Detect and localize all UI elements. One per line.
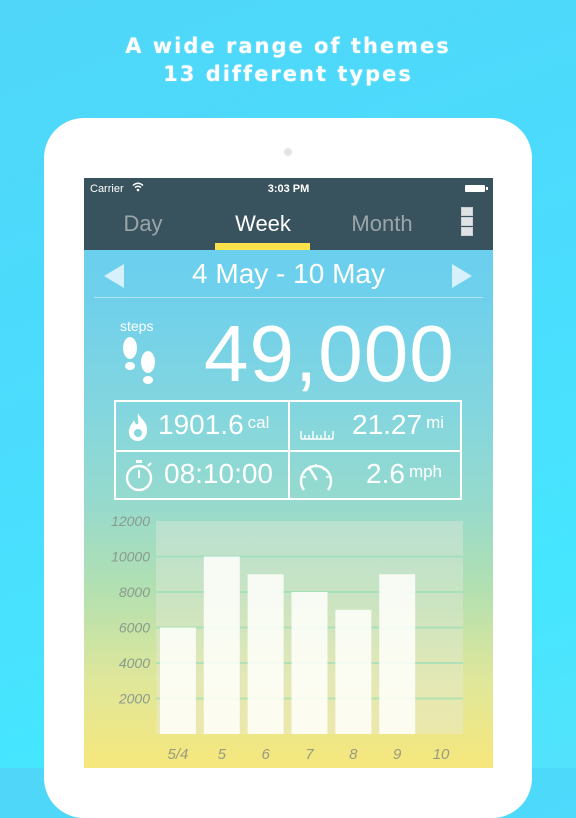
grid-divider — [116, 450, 460, 452]
duration-value: 08:10:00 — [164, 458, 273, 489]
selected-tab-indicator — [215, 243, 310, 250]
y-tick-label: 4000 — [119, 655, 150, 671]
steps-label: steps — [120, 318, 154, 334]
menu-icon-bar — [461, 217, 473, 226]
bar — [159, 627, 196, 734]
bar — [291, 592, 328, 734]
calories-unit: cal — [247, 413, 270, 432]
promo-headline-line1: A wide range of themes — [125, 34, 451, 58]
steps-bar-chart: 2000 4000 6000 8000 10000 12000 5/4 5 6 7 8 9 10 — [84, 508, 493, 768]
x-tick-label: 10 — [433, 746, 450, 763]
y-tick-label: 6000 — [119, 620, 150, 636]
stats-grid: 1901.6 cal 21.27 mi 08:10:00 2.6 mph — [114, 400, 462, 500]
top-bar: Carrier 3:03 PM Day Week Month — [84, 178, 493, 250]
speedometer-icon — [299, 464, 333, 491]
x-tick-label: 5/4 — [167, 746, 188, 763]
x-tick-label: 6 — [261, 746, 270, 763]
tab-month[interactable]: Month — [327, 211, 437, 237]
x-tick-label: 5 — [218, 746, 227, 763]
next-week-arrow-icon[interactable] — [452, 264, 472, 288]
camera-dot — [284, 148, 292, 156]
distance-value: 21.27 — [352, 409, 423, 440]
footprints-icon — [123, 337, 155, 384]
bar — [203, 556, 240, 734]
tab-day[interactable]: Day — [88, 211, 198, 237]
divider — [94, 297, 483, 298]
calories-value: 1901.6 — [158, 409, 244, 440]
x-tick-label: 7 — [305, 746, 314, 763]
status-bar: Carrier 3:03 PM — [84, 178, 493, 200]
date-range: 4 May - 10 May — [192, 258, 385, 289]
steps-count: 49,000 — [204, 309, 455, 398]
speed-stat: 2.6 mph — [366, 458, 442, 490]
promo-headline-line2: 13 different types — [163, 62, 413, 86]
calories-stat: 1901.6 cal — [158, 409, 269, 441]
y-tick-label: 2000 — [118, 691, 150, 707]
speed-value: 2.6 — [366, 458, 405, 489]
y-tick-label: 8000 — [119, 584, 150, 600]
duration-stat: 08:10:00 — [164, 458, 273, 490]
menu-icon-bar — [461, 227, 473, 236]
bar — [247, 574, 284, 734]
bar — [379, 574, 416, 734]
battery-icon — [465, 185, 488, 192]
menu-icon-bar — [461, 207, 473, 216]
distance-stat: 21.27 mi — [352, 409, 444, 441]
ruler-icon — [300, 431, 334, 440]
flame-icon — [128, 413, 148, 441]
bar — [335, 609, 372, 734]
clock: 3:03 PM — [267, 183, 310, 195]
menu-button[interactable] — [461, 207, 475, 236]
x-tick-label: 9 — [393, 746, 402, 763]
speed-unit: mph — [408, 462, 443, 481]
app-screen: Carrier 3:03 PM Day Week Month 4 May - 1… — [84, 178, 493, 768]
y-tick-label: 10000 — [111, 549, 150, 565]
chart-svg: 2000 4000 6000 8000 10000 12000 5/4 5 6 7 8 9 10 — [111, 513, 463, 763]
stopwatch-icon — [125, 460, 153, 492]
x-tick-label: 8 — [349, 746, 358, 763]
distance-unit: mi — [426, 413, 445, 432]
y-tick-label: 12000 — [111, 513, 150, 529]
tab-week[interactable]: Week — [208, 211, 318, 237]
